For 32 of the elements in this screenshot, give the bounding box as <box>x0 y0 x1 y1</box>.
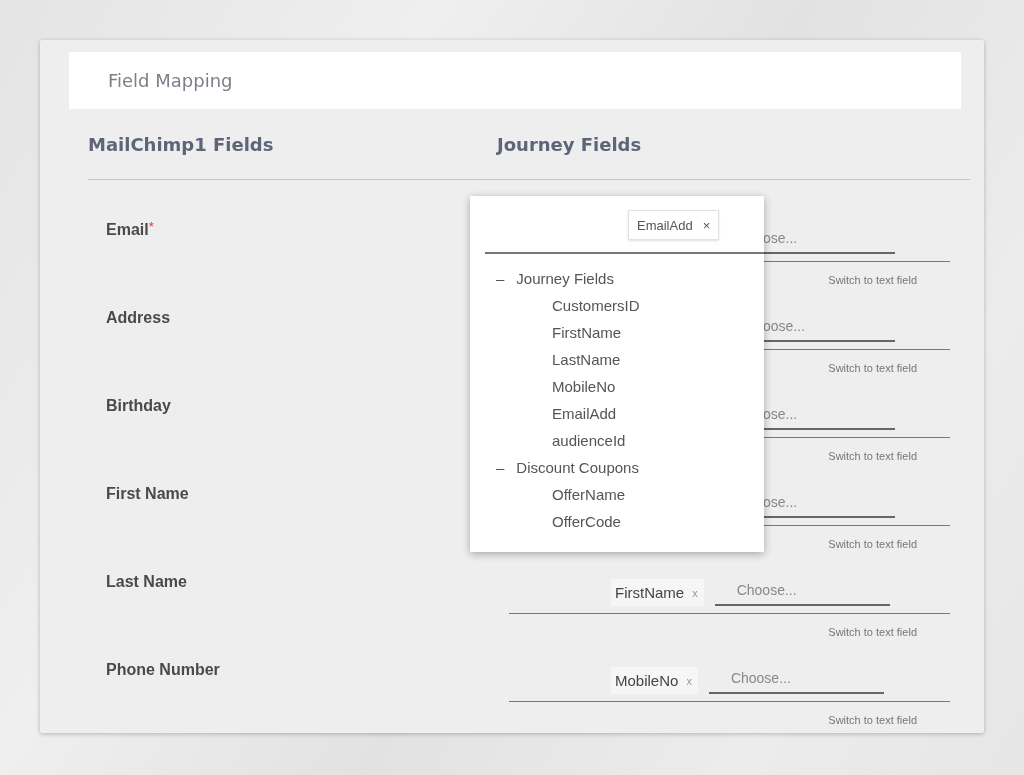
switch-link[interactable]: Switch to text field <box>828 536 917 552</box>
tree-item[interactable]: audienceId <box>552 432 626 449</box>
switch-link[interactable]: Switch to text field <box>828 624 917 640</box>
tree-item[interactable]: FirstName <box>552 324 622 341</box>
field-label: Address <box>106 308 171 328</box>
chip-label: MobileNo <box>615 672 679 689</box>
tree-group[interactable]: Journey Fields <box>516 270 614 287</box>
column-heading: MailChimp1 Fields <box>88 133 275 155</box>
field-label: Birthday <box>106 396 171 416</box>
field-label: First Name <box>106 484 189 504</box>
tree-group[interactable]: Discount Coupons <box>516 459 639 476</box>
tree-item[interactable]: EmailAdd <box>552 405 617 422</box>
field-label: Email <box>106 220 149 240</box>
tree-item[interactable]: MobileNo <box>552 378 616 395</box>
required-mark: * <box>148 220 154 234</box>
tree-item[interactable]: OfferName <box>552 486 626 503</box>
remove-button[interactable]: × <box>702 217 711 233</box>
switch-link[interactable]: Switch to text field <box>828 712 917 728</box>
page-title: Field Mapping <box>108 70 233 91</box>
tree-item[interactable]: CustomersID <box>552 297 640 314</box>
collapse-toggle[interactable]: – <box>496 459 505 476</box>
field-label: Last Name <box>106 572 187 592</box>
tree-item[interactable]: LastName <box>552 351 621 368</box>
switch-link[interactable]: Switch to text field <box>828 360 917 376</box>
switch-link[interactable]: Switch to text field <box>828 272 917 288</box>
tree-item[interactable]: OfferCode <box>552 513 621 530</box>
column-heading: Journey Fields <box>497 133 642 155</box>
chip-label: FirstName <box>615 584 685 601</box>
field-label: Phone Number <box>106 660 220 680</box>
switch-link[interactable]: Switch to text field <box>828 448 917 464</box>
collapse-toggle[interactable]: – <box>496 270 505 287</box>
chip-label: EmailAdd <box>637 217 693 233</box>
